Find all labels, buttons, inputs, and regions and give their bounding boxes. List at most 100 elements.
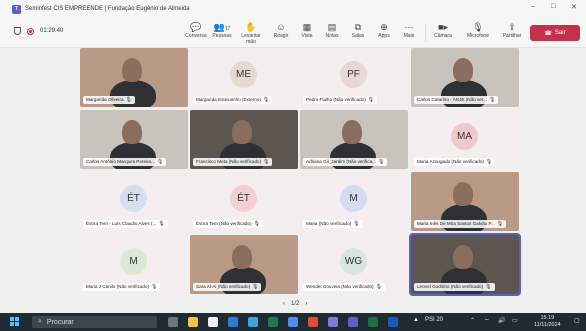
- participant-name-label: Évora Tem (Não verificado) 🎙: [193, 220, 263, 228]
- microphone-button[interactable]: 🎙 Microfone: [463, 22, 493, 39]
- microphone-muted-icon: 🎙: [156, 159, 164, 165]
- search-icon: ⌕: [38, 318, 42, 325]
- settings-app-icon[interactable]: [328, 317, 338, 327]
- participant-tile[interactable]: M Maria J Canilo (Não verificado) 🎙: [80, 235, 188, 294]
- microphone-muted-icon: 🎙: [485, 159, 493, 165]
- participant-name: Margarida Estevainho (Externo): [196, 97, 261, 102]
- edge-icon[interactable]: [248, 317, 258, 327]
- windows-start-icon[interactable]: [10, 317, 20, 327]
- participant-tile[interactable]: WG Wendel Gouveia (Não verificado) 🎙: [300, 235, 408, 294]
- participant-name: Leonel Godinho (Não verificado): [417, 284, 484, 289]
- more-button[interactable]: ··· Mais: [394, 22, 424, 39]
- camera-icon: ■▸: [438, 22, 448, 32]
- close-window-icon[interactable]: ✕: [571, 3, 577, 11]
- volume-icon[interactable]: 🔊: [498, 317, 505, 324]
- participant-tile[interactable]: Carlos António Marques Pereira... 🎙: [80, 110, 188, 169]
- shield-icon[interactable]: [14, 27, 21, 35]
- participant-name: Sara Al-Ai (Não verificado): [196, 284, 251, 289]
- file-explorer-icon[interactable]: [188, 317, 198, 327]
- mail-icon[interactable]: [228, 317, 238, 327]
- participant-video-figure: [453, 245, 473, 269]
- participant-name-label: Évora Tem - Luís Claudio Alves (... 🎙: [83, 220, 168, 228]
- participant-tile[interactable]: Margarida Oliveira 🎙: [80, 48, 188, 107]
- participant-name: Adriana Gil_Jardim (Não verifica...: [306, 159, 376, 164]
- microphone-muted-icon: 🎙: [367, 97, 375, 103]
- participant-tile[interactable]: Adriana Gil_Jardim (Não verifica... 🎙: [300, 110, 408, 169]
- participant-avatar: M: [120, 248, 147, 275]
- participant-name-label: Maria Azougado (Não verificado) 🎙: [414, 158, 496, 166]
- participant-name-label: Francisco Mota (Não verificado) 🎙: [193, 158, 273, 166]
- word-icon[interactable]: [388, 317, 398, 327]
- toolbar-divider: [425, 24, 426, 42]
- chrome-icon[interactable]: [308, 317, 318, 327]
- clock-time: 15:19: [540, 315, 555, 321]
- participant-tile[interactable]: Leonel Godinho (Não verificado) 🎙: [409, 233, 521, 296]
- more-label: Mais: [403, 33, 415, 39]
- participant-tile[interactable]: PF Pedro Fialho (Não verificado) 🎙: [300, 48, 408, 107]
- people-icon: 👥17: [213, 22, 231, 32]
- react-label: Reagir: [273, 33, 289, 39]
- participant-video-figure: [122, 120, 142, 144]
- title-bar: T Seminfest CIS EMPREENDE | Fundação Eug…: [0, 0, 586, 18]
- share-button[interactable]: ⇪ Partilhar: [497, 22, 527, 39]
- raise-hand-button[interactable]: ✋ Levantar mão: [236, 22, 266, 45]
- participant-video-figure: [342, 120, 362, 144]
- camera-button[interactable]: ■▸ Câmara: [428, 22, 458, 39]
- microphone-muted-icon: 🎙: [496, 221, 504, 227]
- video-gallery: Margarida Oliveira 🎙 ME Margarida Estevainh…: [0, 48, 586, 313]
- maximize-icon[interactable]: □: [551, 3, 555, 10]
- teams-taskbar-icon[interactable]: [348, 317, 358, 327]
- hand-icon: ✋: [245, 22, 257, 32]
- share-icon: ⇪: [508, 22, 516, 32]
- participant-name: Maria (Não verificado): [306, 221, 352, 226]
- participant-name-label: Pedro Fialho (Não verificado) 🎙: [303, 96, 378, 104]
- microphone-muted-icon: 🎙: [151, 284, 158, 290]
- people-button[interactable]: 👥17 Pessoas: [207, 22, 237, 39]
- microphone-muted-icon: 🎙: [253, 221, 260, 227]
- participant-name: Évora Tem (Não verificado): [196, 221, 252, 226]
- browser-icon[interactable]: [288, 317, 298, 327]
- next-page-icon[interactable]: ›: [305, 301, 307, 307]
- stock-widget-icon[interactable]: ▲: [413, 317, 419, 323]
- participant-name-label: Wendel Gouveia (Não verificado) 🎙: [303, 283, 385, 291]
- camera-label: Câmara: [434, 33, 452, 39]
- participant-tile[interactable]: Sara Al-Ai (Não verificado) 🎙: [190, 235, 298, 294]
- participant-tile[interactable]: ÉT Évora Tem - Luís Claudio Alves (... 🎙: [80, 172, 188, 231]
- app-icon[interactable]: [268, 317, 278, 327]
- participant-video-figure: [453, 182, 473, 206]
- participant-tile[interactable]: Carlos Catarino - ANJE (Não ver... 🎙: [411, 48, 519, 107]
- prev-page-icon[interactable]: ‹: [283, 301, 285, 307]
- excel-icon[interactable]: [368, 317, 378, 327]
- taskbar-clock[interactable]: 15:19 11/11/2024: [534, 315, 561, 329]
- participant-tile[interactable]: Francisco Mota (Não verificado) 🎙: [190, 110, 298, 169]
- participant-name: Maria Azougado (Não verificado): [417, 159, 484, 164]
- teams-window: T Seminfest CIS EMPREENDE | Fundação Eug…: [0, 0, 586, 331]
- participant-tile[interactable]: ME Margarida Estevainho (Externo) 🎙: [190, 48, 298, 107]
- stock-widget[interactable]: PSI 20: [425, 317, 443, 323]
- leave-button[interactable]: ☎ Sair: [530, 25, 580, 41]
- battery-icon[interactable]: ▭: [512, 317, 518, 324]
- minimize-icon[interactable]: –: [531, 3, 535, 10]
- participant-name: Carlos Catarino - ANJE (Não ver...: [417, 97, 487, 102]
- taskbar-search[interactable]: ⌕ Procurar: [32, 316, 157, 328]
- participant-tile[interactable]: ÉT Évora Tem (Não verificado) 🎙: [190, 172, 298, 231]
- microphone-muted-icon: 🎙: [252, 284, 259, 290]
- participant-name-label: Sara Al-Ai (Não verificado) 🎙: [193, 283, 262, 291]
- store-icon[interactable]: [208, 317, 218, 327]
- network-icon[interactable]: ⌔: [484, 317, 490, 325]
- participant-avatar: ME: [230, 61, 257, 88]
- leave-label: Sair: [554, 30, 566, 36]
- participant-name: Pedro Fialho (Não verificado): [306, 97, 366, 102]
- participant-tile[interactable]: M Maria (Não verificado) 🎙: [300, 172, 408, 231]
- share-label: Partilhar: [502, 33, 522, 39]
- participant-name-label: Maria (Não verificado) 🎙: [303, 220, 363, 228]
- participant-name: Maria J Canilo (Não verificado): [86, 284, 150, 289]
- meeting-toolbar: 01:29:40 💬 Conversa 👥17 Pessoas ✋ Levant…: [0, 18, 586, 48]
- chat-label: Conversa: [185, 33, 207, 39]
- microphone-muted-icon: 🎙: [263, 159, 270, 165]
- task-view-icon[interactable]: [168, 317, 178, 327]
- notifications-icon[interactable]: ▢: [574, 317, 580, 324]
- participant-tile[interactable]: Maria Inês De Mira Santos Galvão P... 🎙: [411, 172, 519, 231]
- tray-chevron-icon[interactable]: ⌃: [470, 317, 475, 324]
- participant-tile[interactable]: MA Maria Azougado (Não verificado) 🎙: [411, 110, 519, 169]
